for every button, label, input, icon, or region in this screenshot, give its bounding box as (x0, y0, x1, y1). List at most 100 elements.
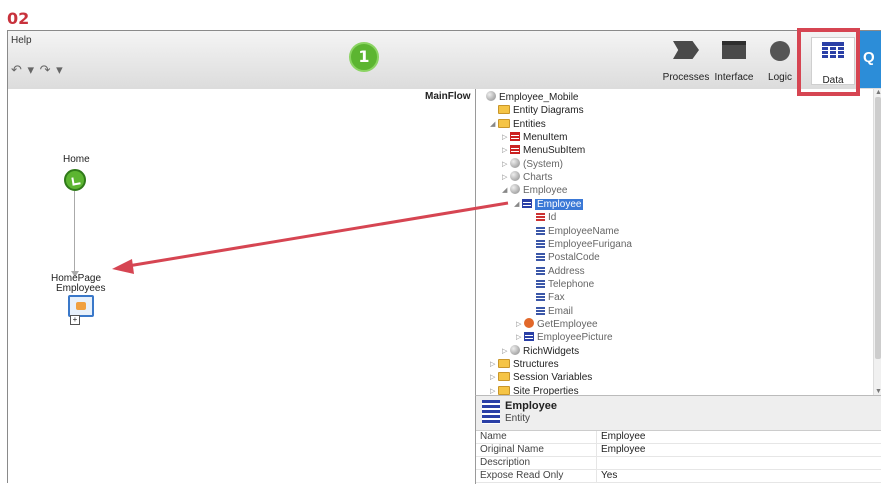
attribute-icon (536, 239, 545, 248)
entity-icon (482, 400, 500, 424)
expander-icon[interactable]: ◢ (502, 184, 510, 197)
search-button[interactable]: Q (860, 31, 881, 88)
expander-icon[interactable]: ▷ (502, 144, 510, 157)
attribute-icon (536, 226, 545, 235)
tree-item[interactable]: ▷ GetEmployee (516, 317, 598, 331)
tree-item[interactable]: ▷ MenuSubItem (502, 144, 585, 157)
tab-logic-label: Logic (768, 72, 792, 83)
expander-icon[interactable]: ▷ (502, 345, 510, 358)
property-value[interactable]: Yes (596, 470, 617, 482)
tree-item[interactable]: ▷ Structures (490, 358, 559, 371)
scroll-thumb[interactable] (875, 97, 881, 359)
tree-item[interactable]: Fax (528, 291, 565, 304)
properties-subtitle: Entity (505, 413, 531, 424)
tab-processes-label: Processes (662, 72, 710, 83)
expander-icon[interactable]: ▷ (490, 358, 498, 371)
attribute-icon (536, 266, 545, 275)
tab-processes[interactable]: Processes (656, 41, 716, 83)
tree-item-label: MenuItem (523, 132, 568, 144)
scroll-up-icon[interactable]: ▲ (875, 89, 881, 96)
flow-connector (74, 191, 75, 273)
action-icon (524, 317, 534, 328)
expander-icon[interactable]: ◢ (514, 198, 522, 211)
tree-item[interactable]: EmployeeName (528, 225, 619, 238)
tree-item[interactable]: ◢ Employee (502, 184, 567, 197)
tree-item-label: Email (548, 305, 574, 317)
tree-item[interactable]: ▷ Session Variables (490, 371, 592, 384)
globe-icon (510, 171, 520, 182)
property-key: Description (480, 457, 531, 468)
expand-icon[interactable]: + (70, 315, 80, 325)
logic-icon (770, 41, 790, 61)
tree-item[interactable]: ▷ RichWidgets (502, 344, 579, 358)
globe-icon (510, 344, 520, 355)
expander-icon[interactable]: ▷ (490, 385, 498, 395)
tree-item[interactable]: PostalCode (528, 251, 600, 264)
entity-icon (510, 145, 520, 155)
attribute-icon (536, 279, 545, 288)
flow-canvas[interactable]: MainFlow Home HomePage Employees + (8, 89, 475, 483)
tree-item-label: (System) (523, 158, 563, 170)
tree-item[interactable]: ▷ (System) (502, 157, 563, 171)
tab-interface[interactable]: Interface (709, 41, 759, 83)
start-node-label: Home (63, 154, 90, 165)
tree-item-label: EmployeeName (548, 225, 620, 237)
tab-logic[interactable]: Logic (761, 41, 799, 83)
tree-item-label: Employee (523, 185, 568, 197)
tree-item[interactable]: Email (528, 305, 573, 318)
attribute-icon (536, 306, 545, 315)
undo-redo-icon[interactable]: ↶ ▾ ↷ ▾ (11, 62, 64, 78)
screen-node-sublabel: Employees (56, 283, 106, 294)
tree-item-label: Id (548, 212, 557, 224)
tree-item[interactable]: ▷ EmployeePicture (516, 331, 613, 344)
property-row-original-name[interactable]: Original Name Employee (476, 444, 881, 457)
tree-item[interactable]: Telephone (528, 278, 594, 291)
entity-icon (522, 198, 532, 208)
tree-item-label: PostalCode (548, 252, 600, 264)
key-attribute-icon (536, 213, 545, 222)
tree-item[interactable]: Id (528, 211, 556, 224)
property-value[interactable] (596, 457, 601, 469)
tree-item-label: MenuSubItem (523, 145, 586, 157)
expander-icon[interactable]: ▷ (502, 131, 510, 144)
tree-item[interactable]: Employee_Mobile (478, 91, 579, 104)
properties-panel: Employee Entity Name Employee Original N… (475, 395, 881, 484)
annotation-highlight-box (797, 28, 860, 96)
tree-item-label: Session Variables (513, 372, 593, 384)
property-row-name[interactable]: Name Employee (476, 431, 881, 444)
property-key: Original Name (480, 444, 544, 455)
tree-item[interactable]: EmployeeFurigana (528, 238, 632, 251)
tree-item-label: Structures (513, 359, 559, 370)
expander-icon[interactable]: ▷ (502, 171, 510, 184)
tree-item-label: Charts (523, 172, 553, 184)
attribute-icon (536, 253, 545, 262)
expander-icon[interactable]: ▷ (490, 371, 498, 384)
property-value[interactable]: Employee (596, 444, 645, 456)
help-menu[interactable]: Help (11, 35, 32, 46)
tree-item[interactable]: ◢ Employee (514, 198, 584, 211)
tree-item-label: Employee_Mobile (499, 92, 579, 103)
property-row-expose-read-only[interactable]: Expose Read Only Yes (476, 470, 881, 483)
web-screen-icon[interactable] (68, 295, 94, 317)
expander-icon[interactable]: ◢ (490, 118, 498, 131)
tree-item[interactable]: ◢ Entities (490, 118, 546, 131)
tree-item[interactable]: ▷ Site Properties (490, 385, 579, 395)
tree-scrollbar[interactable]: ▲ ▼ (873, 89, 881, 395)
step-badge: 1 (349, 42, 379, 72)
tree-item-label: Address (548, 265, 585, 277)
folder-icon (498, 372, 510, 382)
tree-item[interactable]: ▷ Charts (502, 171, 552, 184)
tree-item[interactable]: Entity Diagrams (490, 104, 584, 117)
start-node-icon[interactable] (64, 169, 86, 191)
scroll-down-icon[interactable]: ▼ (875, 388, 881, 395)
property-key: Name (480, 431, 507, 442)
expander-icon[interactable]: ▷ (516, 331, 524, 344)
property-row-description[interactable]: Description (476, 457, 881, 470)
properties-title: Employee (505, 400, 557, 412)
expander-icon[interactable]: ▷ (502, 158, 510, 171)
expander-icon[interactable]: ▷ (516, 318, 524, 331)
tree-item-label: Entity Diagrams (513, 105, 584, 117)
tree-item[interactable]: Address (528, 265, 585, 278)
property-value[interactable]: Employee (596, 431, 645, 443)
tree-item[interactable]: ▷ MenuItem (502, 131, 567, 144)
